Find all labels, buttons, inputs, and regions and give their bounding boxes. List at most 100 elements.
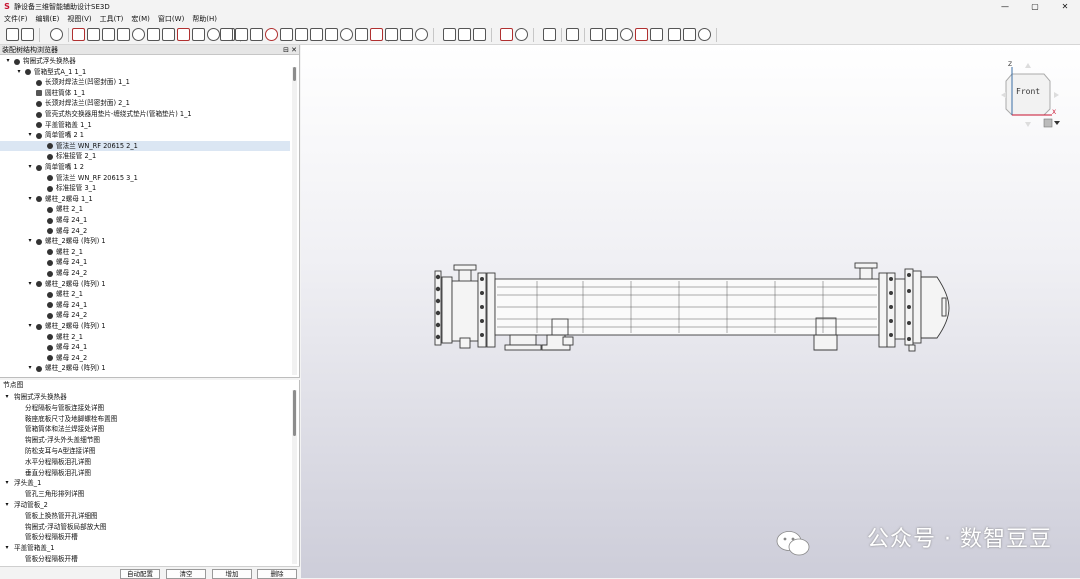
toolbar-tool-icon-27[interactable]	[415, 28, 428, 41]
tree-row[interactable]: 标准接管 2_1	[0, 151, 290, 162]
tree-row[interactable]: ▾ 管箱型式A_1 1_1	[0, 67, 290, 78]
node-drawing-row[interactable]: ▾ 平盖管箱盖_1	[0, 543, 290, 554]
toolbar-tool-icon-32[interactable]	[515, 28, 528, 41]
node-drawing-row[interactable]: 鞍座底板尺寸及地脚螺栓布置图	[0, 414, 290, 425]
node-drawing-row[interactable]: 垂直分程隔板泪孔详图	[0, 468, 290, 479]
toolbar-tool-icon-30[interactable]	[473, 28, 486, 41]
menu-item-5[interactable]: 窗口(W)	[154, 14, 188, 24]
tree-row[interactable]: 管壳式热交换器用垫片-缠绕式垫片(管箱垫片) 1_1	[0, 109, 290, 120]
toolbar-tool-icon-3[interactable]	[72, 28, 85, 41]
tree-row[interactable]: 螺母 24_1	[0, 257, 290, 268]
node-drawing-row[interactable]: 管板分程隔板开槽	[0, 532, 290, 543]
expand-toggle-icon[interactable]: ▾	[26, 236, 34, 247]
toolbar-tool-icon-28[interactable]	[443, 28, 456, 41]
menu-item-4[interactable]: 宏(M)	[127, 14, 154, 24]
node-drawing-row[interactable]: 管板上换热管开孔详细图	[0, 511, 290, 522]
toolbar-tool-icon-29[interactable]	[458, 28, 471, 41]
tree-row[interactable]: 长颈对焊法兰(凹密封面) 2_1	[0, 98, 290, 109]
toolbar-tool-icon-26[interactable]	[400, 28, 413, 41]
tree-row[interactable]: 螺柱 2_1	[0, 247, 290, 258]
maximize-button[interactable]: ▢	[1020, 0, 1050, 13]
node-drawing-row[interactable]: ▾ 钩圈式浮头换热器	[0, 392, 290, 403]
toolbar-tool-icon-10[interactable]	[177, 28, 190, 41]
expand-toggle-icon[interactable]: ▾	[26, 279, 34, 290]
close-window-button[interactable]: ✕	[1050, 0, 1080, 13]
tree-row[interactable]: 螺母 24_2	[0, 310, 290, 321]
tree-row[interactable]: ▾ 螺柱_2螺母 (阵列) 1	[0, 363, 290, 374]
toolbar-tool-icon-19[interactable]	[295, 28, 308, 41]
node-drawing-row[interactable]: 分程隔板与管板连接处详图	[0, 403, 290, 414]
expand-toggle-icon[interactable]: ▾	[3, 500, 11, 511]
tree-row[interactable]: ▾ 螺柱_2螺母 1_1	[0, 194, 290, 205]
tree-row[interactable]: 螺柱 2_1	[0, 204, 290, 215]
node-drawing-row[interactable]: 水平分程隔板泪孔详图	[0, 457, 290, 468]
tree-scroll-thumb[interactable]	[293, 67, 296, 81]
tree-row[interactable]: 管法兰 WN_RF 20615 2_1	[0, 140, 290, 152]
toolbar-tool-icon-25[interactable]	[385, 28, 398, 41]
view-cube-front-label[interactable]: Front	[1016, 87, 1040, 96]
tree-row[interactable]: ▾ 螺柱_2螺母 (阵列) 1	[0, 279, 290, 290]
toolbar-tool-icon-16[interactable]	[250, 28, 263, 41]
toolbar-tool-icon-24[interactable]	[370, 28, 383, 41]
tree-row[interactable]: 螺母 24_2	[0, 268, 290, 279]
detail-scroll-thumb[interactable]	[293, 390, 296, 436]
detail-scrollbar[interactable]	[292, 390, 297, 564]
toolbar-tool-icon-20[interactable]	[310, 28, 323, 41]
expand-toggle-icon[interactable]: ▾	[26, 130, 34, 141]
toolbar-tool-icon-34[interactable]	[566, 28, 579, 41]
tree-row[interactable]: 螺柱 2_1	[0, 332, 290, 343]
toolbar-tool-icon-22[interactable]	[340, 28, 353, 41]
toolbar-tool-icon-15[interactable]	[235, 28, 248, 41]
tree-row[interactable]: 螺母 24_1	[0, 342, 290, 353]
menu-item-0[interactable]: 文件(F)	[0, 14, 32, 24]
tree-row[interactable]: 长颈对焊法兰(凹密封面) 1_1	[0, 77, 290, 88]
expand-toggle-icon[interactable]: ▾	[4, 56, 12, 67]
toolbar-tool-icon-41[interactable]	[683, 28, 696, 41]
node-drawing-row[interactable]: ▾ 浮动管板_2	[0, 500, 290, 511]
node-drawing-row[interactable]: 钩圈式-浮头外头盖细节图	[0, 435, 290, 446]
toolbar-tool-icon-14[interactable]	[220, 28, 233, 41]
node-drawing-row[interactable]: 管板分程隔板开槽	[0, 554, 290, 565]
menu-item-1[interactable]: 编辑(E)	[32, 14, 64, 24]
minimize-button[interactable]: —	[990, 0, 1020, 13]
toolbar-tool-icon-18[interactable]	[280, 28, 293, 41]
expand-toggle-icon[interactable]: ▾	[26, 194, 34, 205]
tree-row[interactable]: 圆柱筒体 1_1	[0, 88, 290, 99]
menu-item-2[interactable]: 视图(V)	[63, 14, 95, 24]
tree-row[interactable]: 螺母 24_1	[0, 215, 290, 226]
tree-row[interactable]: 螺母 24_2	[0, 353, 290, 364]
toolbar-tool-icon-6[interactable]	[117, 28, 130, 41]
toolbar-tool-icon-5[interactable]	[102, 28, 115, 41]
toolbar-tool-icon-9[interactable]	[162, 28, 175, 41]
tree-row[interactable]: 标准接管 3_1	[0, 183, 290, 194]
toolbar-tool-icon-17[interactable]	[265, 28, 278, 41]
tree-row[interactable]: 螺柱 2_1	[0, 289, 290, 300]
tree-row[interactable]: ▾ 简单管嘴 2 1	[0, 130, 290, 141]
expand-toggle-icon[interactable]: ▾	[26, 321, 34, 332]
tree-row[interactable]: ▾ 螺柱_2螺母 (阵列) 1	[0, 321, 290, 332]
tree-row[interactable]: 管法兰 WN_RF 20615 3_1	[0, 173, 290, 184]
node-drawing-row[interactable]: ▾ 浮头盖_1	[0, 478, 290, 489]
toolbar-tool-icon-40[interactable]	[668, 28, 681, 41]
toolbar-tool-icon-35[interactable]	[590, 28, 603, 41]
toolbar-tool-icon-4[interactable]	[87, 28, 100, 41]
tree-row[interactable]: 螺母 24_2	[0, 226, 290, 237]
toolbar-tool-icon-0[interactable]	[6, 28, 19, 41]
node-drawing-row[interactable]: 钩圈式-浮动管板局部放大图	[0, 522, 290, 533]
toolbar-tool-icon-23[interactable]	[355, 28, 368, 41]
node-drawing-row[interactable]: 管箱筒体和法兰焊接处详图	[0, 424, 290, 435]
toolbar-tool-icon-37[interactable]	[620, 28, 633, 41]
pin-icon[interactable]: ⊟	[283, 45, 289, 55]
close-panel-button[interactable]: ✕	[291, 45, 297, 55]
expand-toggle-icon[interactable]: ▾	[26, 363, 34, 374]
toolbar-tool-icon-2[interactable]	[50, 28, 63, 41]
tree-row[interactable]: 平盖管箱盖 1_1	[0, 120, 290, 131]
expand-toggle-icon[interactable]: ▾	[26, 162, 34, 173]
expand-toggle-icon[interactable]: ▾	[3, 543, 11, 554]
toolbar-tool-icon-31[interactable]	[500, 28, 513, 41]
toolbar-tool-icon-11[interactable]	[192, 28, 205, 41]
toolbar-tool-icon-1[interactable]	[21, 28, 34, 41]
tree-row[interactable]: ▾ 螺柱_2螺母 (阵列) 1	[0, 236, 290, 247]
toolbar-tool-icon-39[interactable]	[650, 28, 663, 41]
toolbar-tool-icon-36[interactable]	[605, 28, 618, 41]
